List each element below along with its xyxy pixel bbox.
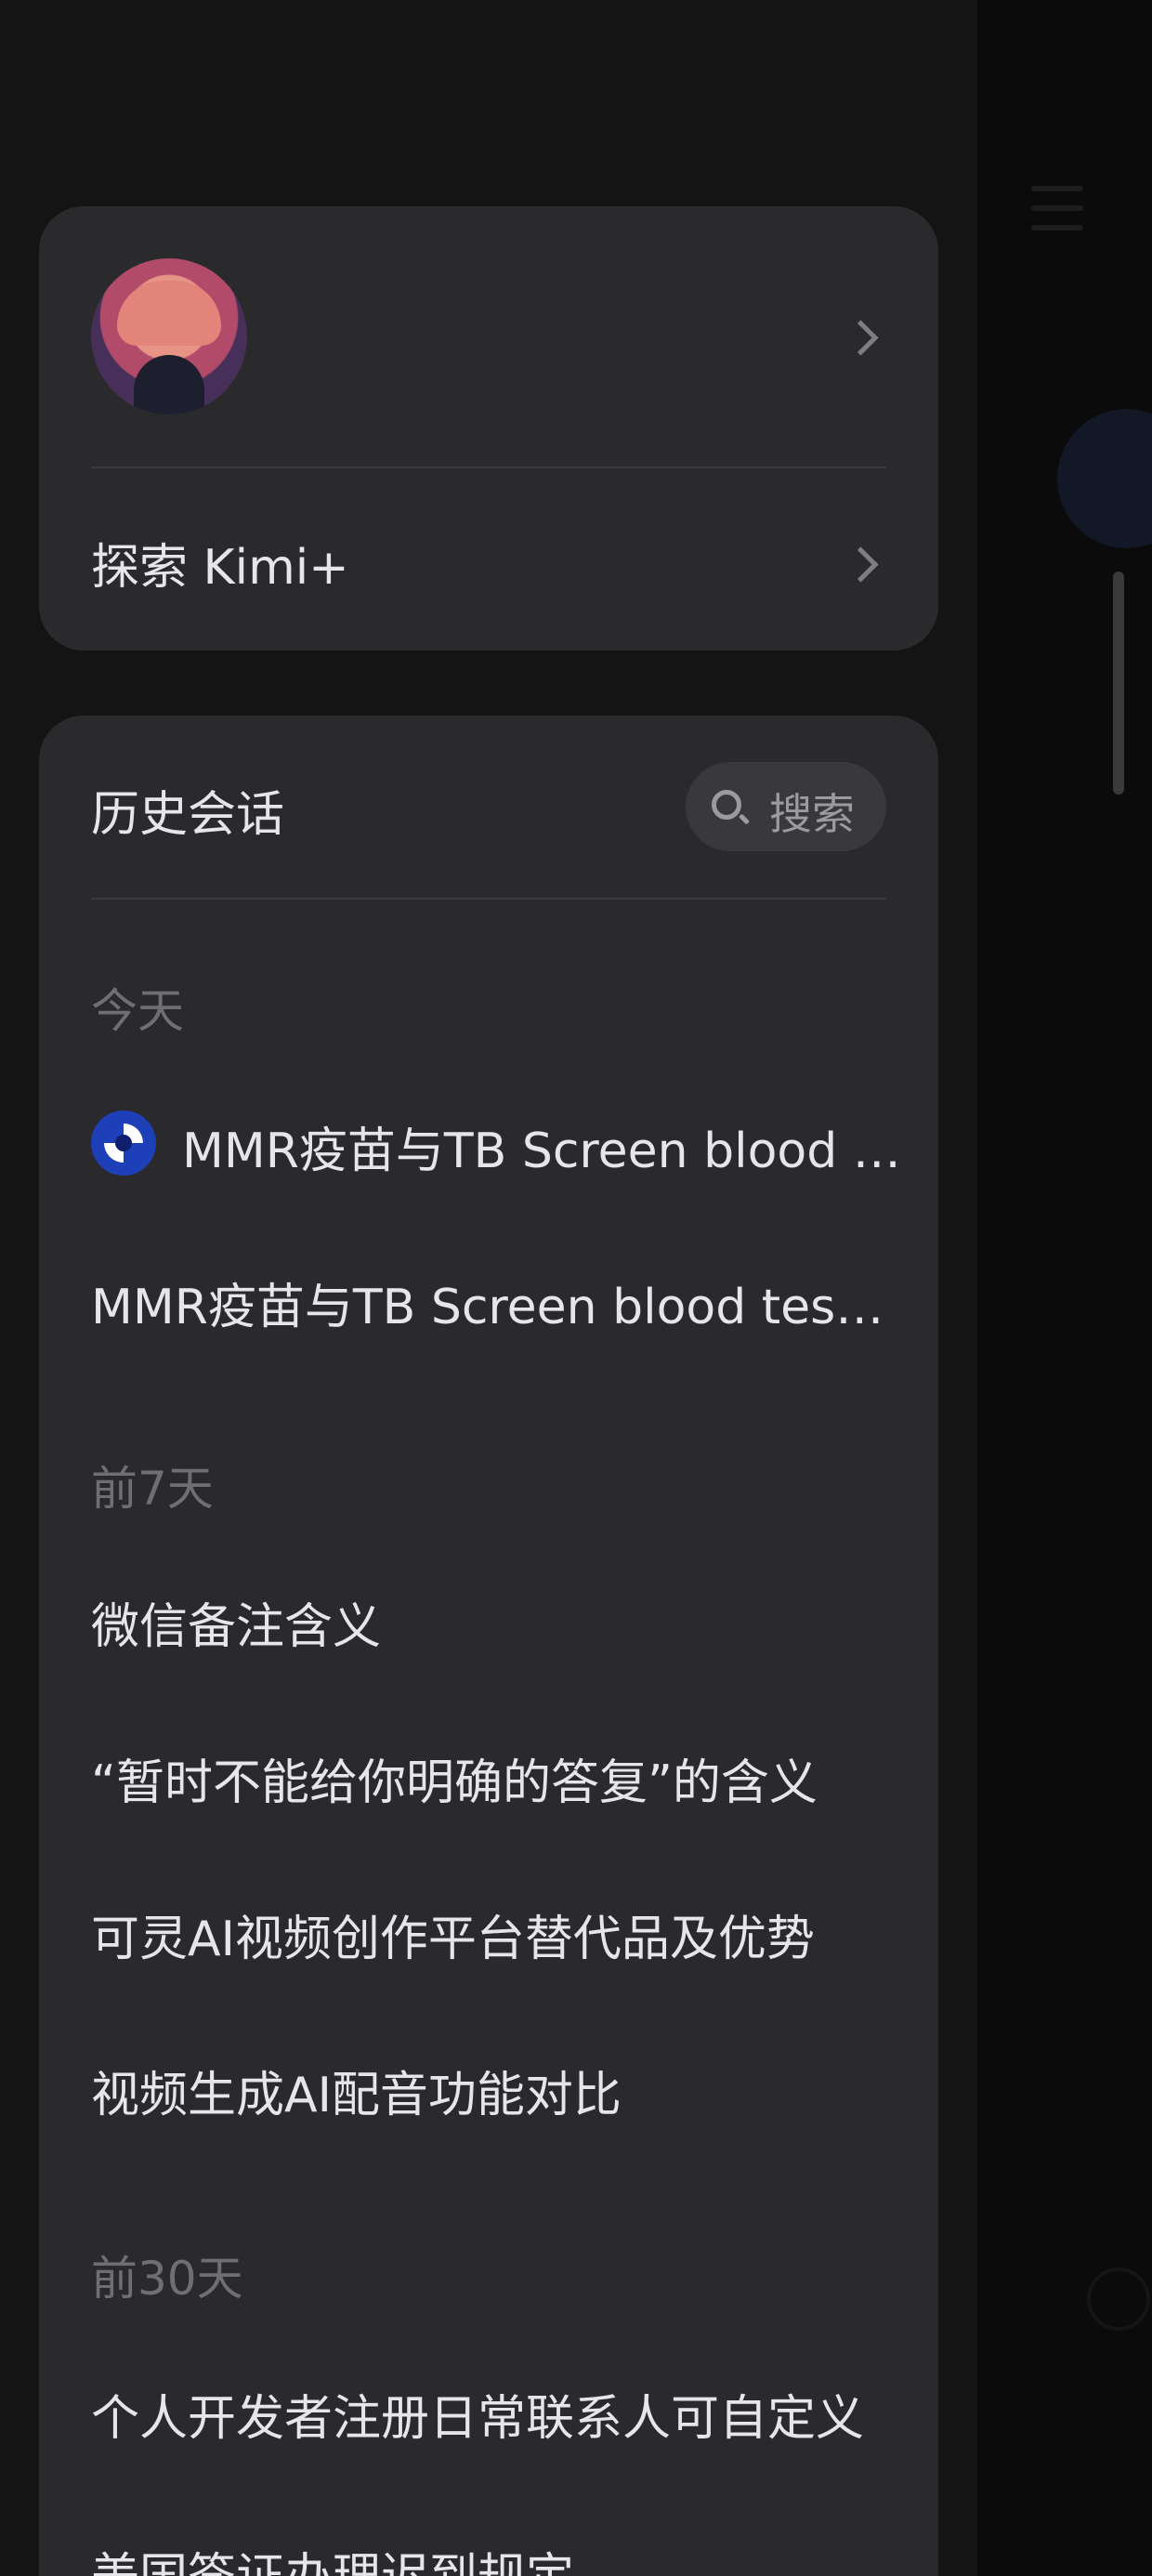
profile-divider [91,467,886,468]
info-icon [1087,2267,1150,2331]
search-icon [712,790,741,820]
sidebar-drawer: 探索 Kimi+ 历史会话 搜索 今天 MMR疫苗与TB Screen bloo… [0,0,977,2576]
history-item[interactable]: MMR疫苗与TB Screen blood test区别 [91,1268,890,1337]
user-avatar[interactable] [91,258,247,414]
history-item[interactable]: 视频生成AI配音功能对比 [91,2056,890,2125]
explore-chevron-right-icon[interactable] [843,546,879,583]
history-item[interactable]: 美国签证办理迟到规定 [91,2537,890,2576]
kimi-plus-agent-icon [91,1111,156,1176]
screen: 探索 Kimi+ 历史会话 搜索 今天 MMR疫苗与TB Screen bloo… [0,0,1152,2576]
profile-chevron-right-icon[interactable] [843,320,879,356]
explore-kimi-plus-link[interactable]: 探索 Kimi+ [91,528,349,598]
scrollbar[interactable] [1113,572,1124,795]
history-item[interactable]: MMR疫苗与TB Screen blood test区别 [182,1111,916,1181]
history-item[interactable]: “暂时不能给你明确的答复”的含义 [91,1743,890,1813]
group-label-today: 今天 [91,984,184,1038]
history-item[interactable]: 可灵AI视频创作平台替代品及优势 [91,1899,890,1969]
history-item[interactable]: 微信备注含义 [91,1587,890,1657]
search-label: 搜索 [769,789,855,839]
group-label-30-days: 前30天 [91,2252,243,2306]
history-card: 历史会话 搜索 今天 MMR疫苗与TB Screen blood test区别 … [39,716,938,2576]
profile-card: 探索 Kimi+ [39,206,938,651]
menu-icon [1031,186,1083,244]
main-chat-overlay[interactable] [977,0,1152,2576]
assistant-avatar [1057,409,1152,548]
history-title: 历史会话 [91,787,285,843]
history-divider [91,898,886,900]
history-item[interactable]: 个人开发者注册日常联系人可自定义 [91,2379,890,2449]
history-search-button[interactable]: 搜索 [686,762,886,851]
group-label-7-days: 前7天 [91,1462,214,1516]
